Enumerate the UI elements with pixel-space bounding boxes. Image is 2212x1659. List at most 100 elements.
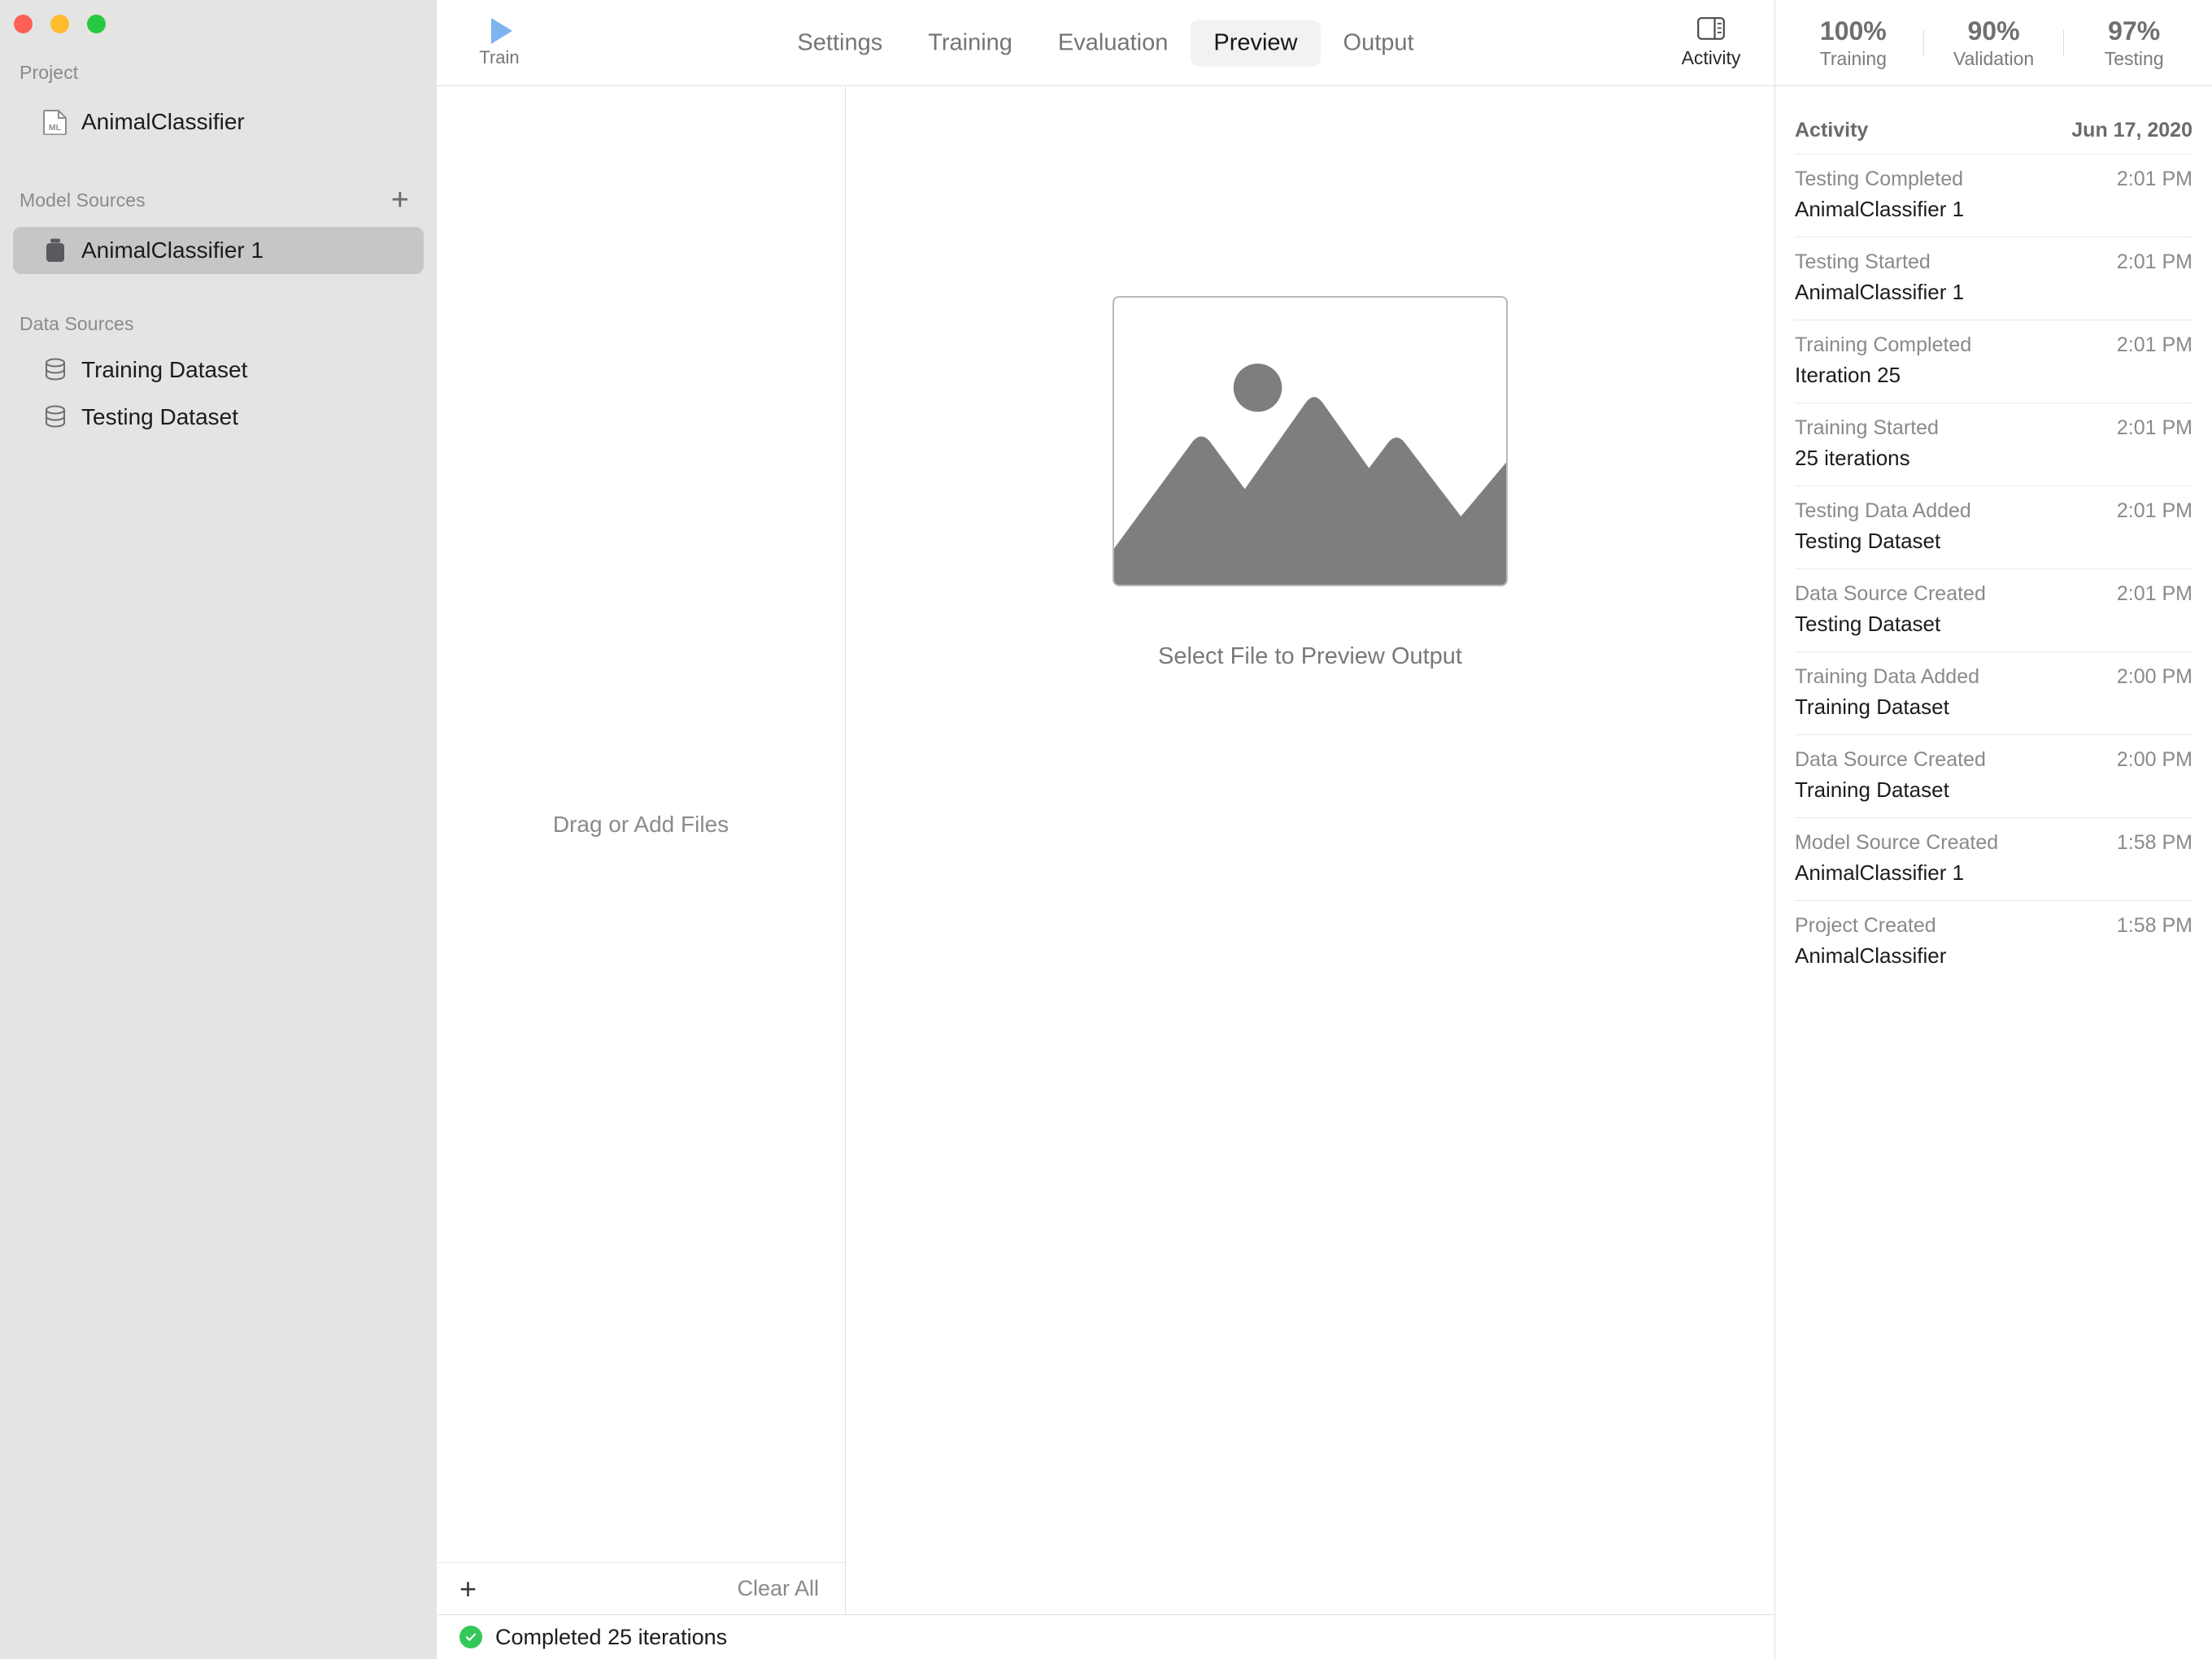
maximize-window-button[interactable] [87,15,106,33]
sidebar-item-label: AnimalClassifier [81,109,245,134]
preview-caption: Select File to Preview Output [1158,643,1462,669]
sidebar-section-project-label: Project [20,62,79,83]
tab-settings[interactable]: Settings [774,20,905,66]
metric-training-value: 100% [1819,15,1887,46]
files-drop-hint: Drag or Add Files [552,811,729,837]
list-item[interactable]: Data Source Created 2:00 PM Training Dat… [1795,734,2192,817]
activity-event: Data Source Created [1795,748,1986,771]
metric-testing-value: 97% [2108,15,2161,46]
metric-validation: 90% Validation [1924,16,2064,69]
activity-subject: Training Dataset [1795,777,1949,802]
activity-time: 1:58 PM [2116,914,2192,937]
files-footer: + Clear All [437,1562,845,1614]
list-item[interactable]: Model Source Created 1:58 PM AnimalClass… [1795,817,2192,900]
status-bar: Completed 25 iterations [437,1614,1774,1659]
sidebar-section-data-sources-label: Data Sources [20,313,134,334]
activity-event: Training Started [1795,416,1939,439]
list-item[interactable]: Training Started 2:01 PM 25 iterations [1795,403,2192,486]
metrics-bar: 100% Training 90% Validation 97% Testing [1775,0,2212,86]
activity-time: 2:01 PM [2116,250,2192,273]
content-area: Drag or Add Files + Clear All Select Fil… [437,86,1774,1614]
activity-toggle-label: Activity [1681,46,1741,68]
activity-title: Activity [1795,119,1869,142]
activity-time: 2:00 PM [2116,665,2192,688]
activity-subject: Testing Dataset [1795,529,1941,553]
activity-toggle-button[interactable]: Activity [1662,16,1760,69]
activity-panel: 100% Training 90% Validation 97% Testing… [1774,0,2212,1659]
sidebar-item-animalclassifier-project[interactable]: ML AnimalClassifier [13,98,424,146]
sidebar-panel-icon [1697,16,1725,44]
activity-event: Training Completed [1795,333,1972,356]
list-item[interactable]: Data Source Created 2:01 PM Testing Data… [1795,568,2192,651]
activity-header: Activity Jun 17, 2020 [1775,86,2212,154]
minimize-window-button[interactable] [50,15,69,33]
sidebar-item-testing-dataset[interactable]: Testing Dataset [13,394,424,441]
close-window-button[interactable] [14,15,33,33]
activity-subject: 25 iterations [1795,446,1910,470]
activity-subject: AnimalClassifier 1 [1795,280,1965,304]
list-item[interactable]: Project Created 1:58 PM AnimalClassifier [1795,900,2192,983]
sidebar-section-project: Project [0,62,437,84]
app-window: Project ML AnimalClassifier Model Source… [0,0,2212,1659]
window-traffic-lights [14,15,106,33]
activity-event: Testing Started [1795,250,1931,273]
add-file-button[interactable]: + [459,1574,477,1604]
main-area: Train Settings Training Evaluation Previ… [437,0,1774,1659]
activity-time: 2:01 PM [2116,582,2192,605]
metric-testing-label: Testing [2104,47,2164,69]
clear-all-button[interactable]: Clear All [737,1576,819,1601]
database-icon [42,404,68,430]
tab-preview[interactable]: Preview [1191,20,1321,66]
activity-event: Training Data Added [1795,665,1980,688]
tab-output[interactable]: Output [1321,20,1437,66]
activity-event: Model Source Created [1795,831,1999,854]
files-drop-zone[interactable]: Drag or Add Files [437,86,845,1562]
tab-evaluation[interactable]: Evaluation [1035,20,1191,66]
status-text: Completed 25 iterations [495,1624,728,1649]
metric-training: 100% Training [1783,16,1923,69]
activity-date: Jun 17, 2020 [2071,119,2192,142]
tab-training[interactable]: Training [905,20,1035,66]
list-item[interactable]: Testing Started 2:01 PM AnimalClassifier… [1795,237,2192,320]
activity-subject: AnimalClassifier [1795,943,1947,968]
list-item[interactable]: Training Completed 2:01 PM Iteration 25 [1795,320,2192,403]
sidebar-section-model-sources: Model Sources + [0,185,437,216]
train-button[interactable]: Train [455,17,544,68]
tab-bar: Settings Training Evaluation Preview Out… [774,20,1436,66]
activity-time: 2:01 PM [2116,333,2192,356]
activity-event: Data Source Created [1795,582,1986,605]
play-icon [491,17,512,44]
sidebar-item-label: AnimalClassifier 1 [81,237,264,263]
activity-event: Testing Completed [1795,168,1964,190]
activity-time: 1:58 PM [2116,831,2192,854]
activity-time: 2:00 PM [2116,748,2192,771]
metric-training-label: Training [1819,47,1887,69]
sidebar-item-training-dataset[interactable]: Training Dataset [13,346,424,394]
sidebar-item-animalclassifier-1[interactable]: AnimalClassifier 1 [13,227,424,274]
activity-subject: Testing Dataset [1795,612,1941,636]
activity-subject: Training Dataset [1795,695,1949,719]
activity-time: 2:01 PM [2116,416,2192,439]
sidebar-section-model-sources-label: Model Sources [20,189,146,211]
success-check-icon [459,1626,482,1648]
list-item[interactable]: Training Data Added 2:00 PM Training Dat… [1795,651,2192,734]
preview-pane: Select File to Preview Output [846,86,1774,1614]
activity-time: 2:01 PM [2116,499,2192,522]
list-item[interactable]: Testing Completed 2:01 PM AnimalClassifi… [1795,154,2192,237]
sidebar-item-label: Testing Dataset [81,404,238,429]
files-pane[interactable]: Drag or Add Files + Clear All [437,86,846,1614]
activity-subject: AnimalClassifier 1 [1795,860,1965,885]
model-source-icon [42,237,68,263]
database-icon [42,357,68,383]
svg-text:ML: ML [49,123,62,133]
train-button-label: Train [479,46,520,67]
activity-subject: Iteration 25 [1795,363,1901,387]
list-item[interactable]: Testing Data Added 2:01 PM Testing Datas… [1795,486,2192,568]
add-model-source-button[interactable]: + [391,185,409,216]
metric-validation-value: 90% [1967,15,2020,46]
metric-testing: 97% Testing [2064,16,2204,69]
activity-time: 2:01 PM [2116,168,2192,190]
sidebar-section-data-sources: Data Sources [0,313,437,335]
activity-list: Testing Completed 2:01 PM AnimalClassifi… [1775,154,2212,983]
toolbar: Train Settings Training Evaluation Previ… [437,0,1774,86]
